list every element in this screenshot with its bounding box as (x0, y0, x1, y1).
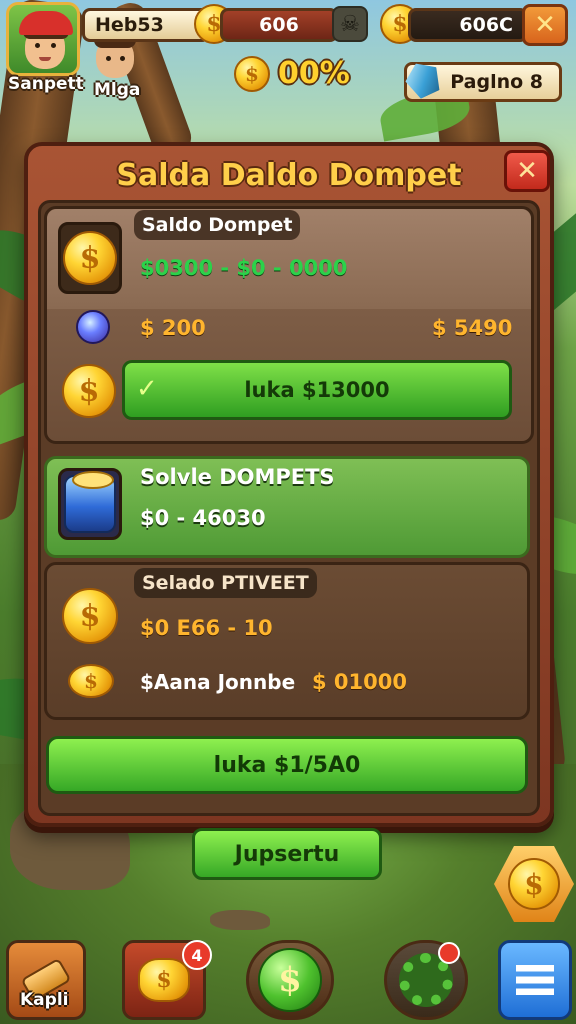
bottom-item-cash[interactable]: $ (246, 940, 334, 1020)
notification-badge: 4 (182, 940, 212, 970)
panel-close-button[interactable]: ✕ (504, 150, 550, 192)
section1-right-value: $ 5490 (432, 316, 513, 340)
coin-icon: $ (62, 588, 118, 644)
coin-jar-icon (64, 471, 116, 533)
claim-bar-label: luka $13000 (244, 378, 390, 402)
section2-tag: Solvle DOMPETS (140, 465, 335, 489)
coin-icon-box: $ (58, 222, 122, 294)
player1-avatar[interactable] (6, 2, 80, 76)
section3-tag: Selado PTIVEET (134, 568, 317, 598)
player2-name: Mlga (94, 80, 141, 100)
claim-bar-button[interactable]: luka $13000 (122, 360, 512, 420)
coin-icon: $ (63, 231, 117, 285)
orb-icon (76, 310, 110, 344)
coin-icon: $ (68, 664, 114, 698)
section3-line-label: $Aana Jonnbe (140, 670, 296, 694)
primary-action-button[interactable]: luka $1/5A0 (46, 736, 528, 794)
coin-stack-icon: $ (138, 958, 190, 1002)
percent-value: 00% (278, 56, 350, 91)
hero-label: Heb53 (95, 14, 164, 36)
skull-icon[interactable]: ☠ (332, 6, 368, 42)
dollar-symbol: $ (278, 960, 302, 1000)
hud-close-button[interactable]: ✕ (522, 4, 568, 46)
section1-range: $0300 - $0 - 0000 (140, 256, 348, 280)
coin-icon: $ (234, 56, 270, 92)
primary-action-label: luka $1/5A0 (213, 752, 361, 778)
player1-name: Sanpett (8, 74, 84, 94)
menu-icon (516, 965, 554, 995)
section1-tag: Saldo Dompet (134, 210, 301, 240)
jar-icon-box (58, 468, 122, 540)
section1-left-value: $ 200 (140, 316, 206, 340)
red-counter-value: 606 (259, 14, 299, 36)
deposit-button-label: Jupsertu (234, 841, 340, 867)
menu-button[interactable] (498, 940, 572, 1020)
dollar-icon: $ (508, 858, 560, 910)
close-icon: ✕ (534, 10, 556, 40)
gold-counter-value: 606C (459, 14, 513, 36)
panel-title: Salda Daldo Dompet (116, 158, 462, 193)
section2-value: $0 - 46030 (140, 506, 266, 530)
check-icon: ✓ (136, 374, 158, 404)
alert-badge (438, 942, 460, 964)
section3-line-value: $ 01000 (312, 670, 407, 694)
hero-label-pill: Heb53 (82, 8, 210, 42)
gold-counter-pill: 606C (408, 8, 528, 42)
section3-value: $0 E66 - 10 (140, 616, 273, 640)
coin-icon: $ (62, 364, 116, 418)
deposit-button[interactable]: Jupsertu (192, 828, 382, 880)
bottom-item-kapli-label: Kapli (20, 990, 69, 1010)
dollar-icon: $ (258, 948, 322, 1012)
close-icon: ✕ (516, 156, 538, 186)
page-label: Paglno 8 (450, 71, 543, 93)
red-counter-pill: 606 (220, 8, 338, 42)
